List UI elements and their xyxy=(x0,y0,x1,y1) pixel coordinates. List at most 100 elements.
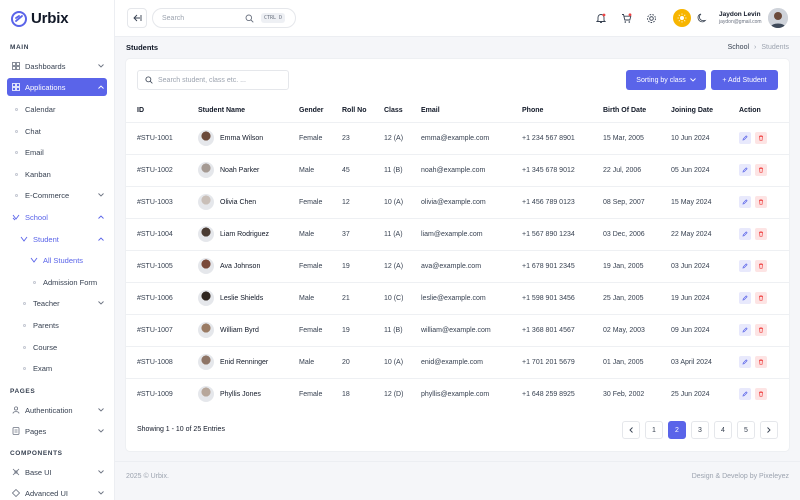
delete-button[interactable] xyxy=(755,292,767,304)
page-button[interactable]: 2 xyxy=(668,421,686,439)
edit-button[interactable] xyxy=(739,356,751,368)
sidebar-item-authentication[interactable]: Authentication xyxy=(7,401,107,419)
phone: +1 598 901 3456 xyxy=(522,281,603,314)
page-button[interactable]: 5 xyxy=(737,421,755,439)
email: noah@example.com xyxy=(421,153,522,186)
delete-button[interactable] xyxy=(755,356,767,368)
edit-button[interactable] xyxy=(739,164,751,176)
page-button[interactable]: 1 xyxy=(645,421,663,439)
edit-button[interactable] xyxy=(739,260,751,272)
sidebar-item-calendar[interactable]: Calendar xyxy=(7,100,107,118)
page-button[interactable]: 3 xyxy=(691,421,709,439)
school-icon xyxy=(7,213,25,221)
dark-mode-button[interactable] xyxy=(693,9,711,27)
sort-label: Sorting by class xyxy=(636,76,686,84)
brand[interactable]: Urbix xyxy=(0,0,114,37)
avatar xyxy=(198,226,214,242)
sidebar-item-dashboards[interactable]: Dashboards xyxy=(7,57,107,75)
advanced-ui-icon xyxy=(7,489,25,497)
add-student-label: + Add Student xyxy=(722,76,767,84)
light-mode-button[interactable] xyxy=(673,9,691,27)
edit-button[interactable] xyxy=(739,388,751,401)
joining-date: 19 Jun 2024 xyxy=(671,281,739,314)
table-row[interactable]: #STU-1008 Enid Renninger Male 20 10 (A) enid@… xyxy=(126,345,789,378)
student-name: Leslie Shields xyxy=(220,294,264,302)
sidebar-item-base-ui[interactable]: Base UI xyxy=(7,463,107,481)
user-avatar[interactable] xyxy=(768,8,788,28)
gender: Male xyxy=(299,153,342,186)
section-main: MAIN xyxy=(10,44,30,51)
table-row[interactable]: #STU-1005 Ava Johnson Female 19 12 (A) ava@ex… xyxy=(126,249,789,282)
user-icon xyxy=(7,406,25,414)
sort-by-class-button[interactable]: Sorting by class xyxy=(626,70,706,90)
edit-button[interactable] xyxy=(739,292,751,304)
edit-button[interactable] xyxy=(739,228,751,240)
sidebar-item-applications[interactable]: Applications xyxy=(7,78,107,96)
sidebar-item-label: Parents xyxy=(33,320,59,330)
student-name: Emma Wilson xyxy=(220,134,264,142)
student-name: Ava Johnson xyxy=(220,262,261,270)
prev-page-button[interactable] xyxy=(622,421,640,439)
global-search-input[interactable]: Search CTRL D xyxy=(152,8,296,28)
sidebar-item-chat[interactable]: Chat xyxy=(7,122,107,140)
sidebar-item-all-students[interactable]: All Students xyxy=(7,251,107,269)
gender: Female xyxy=(299,121,342,154)
sidebar-item-teacher[interactable]: Teacher xyxy=(7,294,107,312)
delete-button[interactable] xyxy=(755,260,767,272)
sidebar-item-advanced-ui[interactable]: Advanced UI xyxy=(7,484,107,500)
edit-button[interactable] xyxy=(739,324,751,336)
delete-button[interactable] xyxy=(755,132,767,144)
trash-icon xyxy=(759,231,763,237)
sidebar-item-student[interactable]: Student xyxy=(7,230,107,248)
sidebar-item-course[interactable]: Course xyxy=(7,338,107,356)
delete-button[interactable] xyxy=(755,196,767,208)
row-actions xyxy=(739,281,789,314)
sidebar-item-label: Base UI xyxy=(25,467,52,477)
table-row[interactable]: #STU-1001 Emma Wilson Female 23 12 (A) emma@e… xyxy=(126,121,789,154)
delete-button[interactable] xyxy=(755,388,767,401)
add-student-button[interactable]: + Add Student xyxy=(711,70,778,90)
column-header: Class xyxy=(384,107,403,115)
table-row[interactable]: #STU-1009 Phyllis Jones Female 18 12 (D) phyl… xyxy=(126,377,789,410)
sidebar-item-school[interactable]: School xyxy=(7,208,107,226)
sidebar-toggle-button[interactable] xyxy=(127,8,147,28)
table-row[interactable]: #STU-1006 Leslie Shields Male 21 10 (C) lesli… xyxy=(126,281,789,314)
table-row[interactable]: #STU-1003 Olivia Chen Female 12 10 (A) olivia… xyxy=(126,185,789,218)
page-button[interactable]: 4 xyxy=(714,421,732,439)
cart-button[interactable] xyxy=(617,9,635,27)
class: 11 (B) xyxy=(384,153,421,186)
sidebar-item-exam[interactable]: Exam xyxy=(7,359,107,377)
email: leslie@example.com xyxy=(421,281,522,314)
page-number-list: 12345 xyxy=(645,421,755,439)
delete-button[interactable] xyxy=(755,228,767,240)
sidebar-item-email[interactable]: Email xyxy=(7,143,107,161)
edit-button[interactable] xyxy=(739,132,751,144)
breadcrumb-item-school[interactable]: School xyxy=(728,44,749,51)
sidebar-item-ecommerce[interactable]: E-Commerce xyxy=(7,186,107,204)
email: enid@example.com xyxy=(421,345,522,378)
sidebar-item-kanban[interactable]: Kanban xyxy=(7,165,107,183)
student-name-wrap: Enid Renninger xyxy=(198,354,299,370)
avatar xyxy=(198,130,214,146)
delete-button[interactable] xyxy=(755,324,767,336)
table-row[interactable]: #STU-1002 Noah Parker Male 45 11 (B) noah@exa… xyxy=(126,153,789,186)
student-name-cell: Ava Johnson xyxy=(198,249,299,282)
next-page-button[interactable] xyxy=(760,421,778,439)
table-row[interactable]: #STU-1007 William Byrd Female 19 11 (B) willi… xyxy=(126,313,789,346)
student-search-input[interactable]: Search student, class etc. ... xyxy=(137,70,289,90)
sidebar-item-pages[interactable]: Pages xyxy=(7,422,107,440)
phone: +1 567 890 1234 xyxy=(522,217,603,250)
action-group xyxy=(739,356,789,368)
sidebar-item-admission-form[interactable]: Admission Form xyxy=(7,273,107,291)
search-icon xyxy=(245,14,254,23)
settings-button[interactable] xyxy=(642,9,660,27)
table-row[interactable]: #STU-1004 Liam Rodriguez Male 37 11 (A) liam@… xyxy=(126,217,789,250)
edit-button[interactable] xyxy=(739,196,751,208)
sidebar-item-label: All Students xyxy=(43,255,84,265)
column-header: Roll No xyxy=(342,107,367,115)
sidebar-item-parents[interactable]: Parents xyxy=(7,316,107,334)
notification-button[interactable] xyxy=(592,9,610,27)
delete-button[interactable] xyxy=(755,164,767,176)
user-info[interactable]: Jaydon Levin jaydon@gmail.com xyxy=(719,11,762,25)
student-name-cell: Enid Renninger xyxy=(198,345,299,378)
